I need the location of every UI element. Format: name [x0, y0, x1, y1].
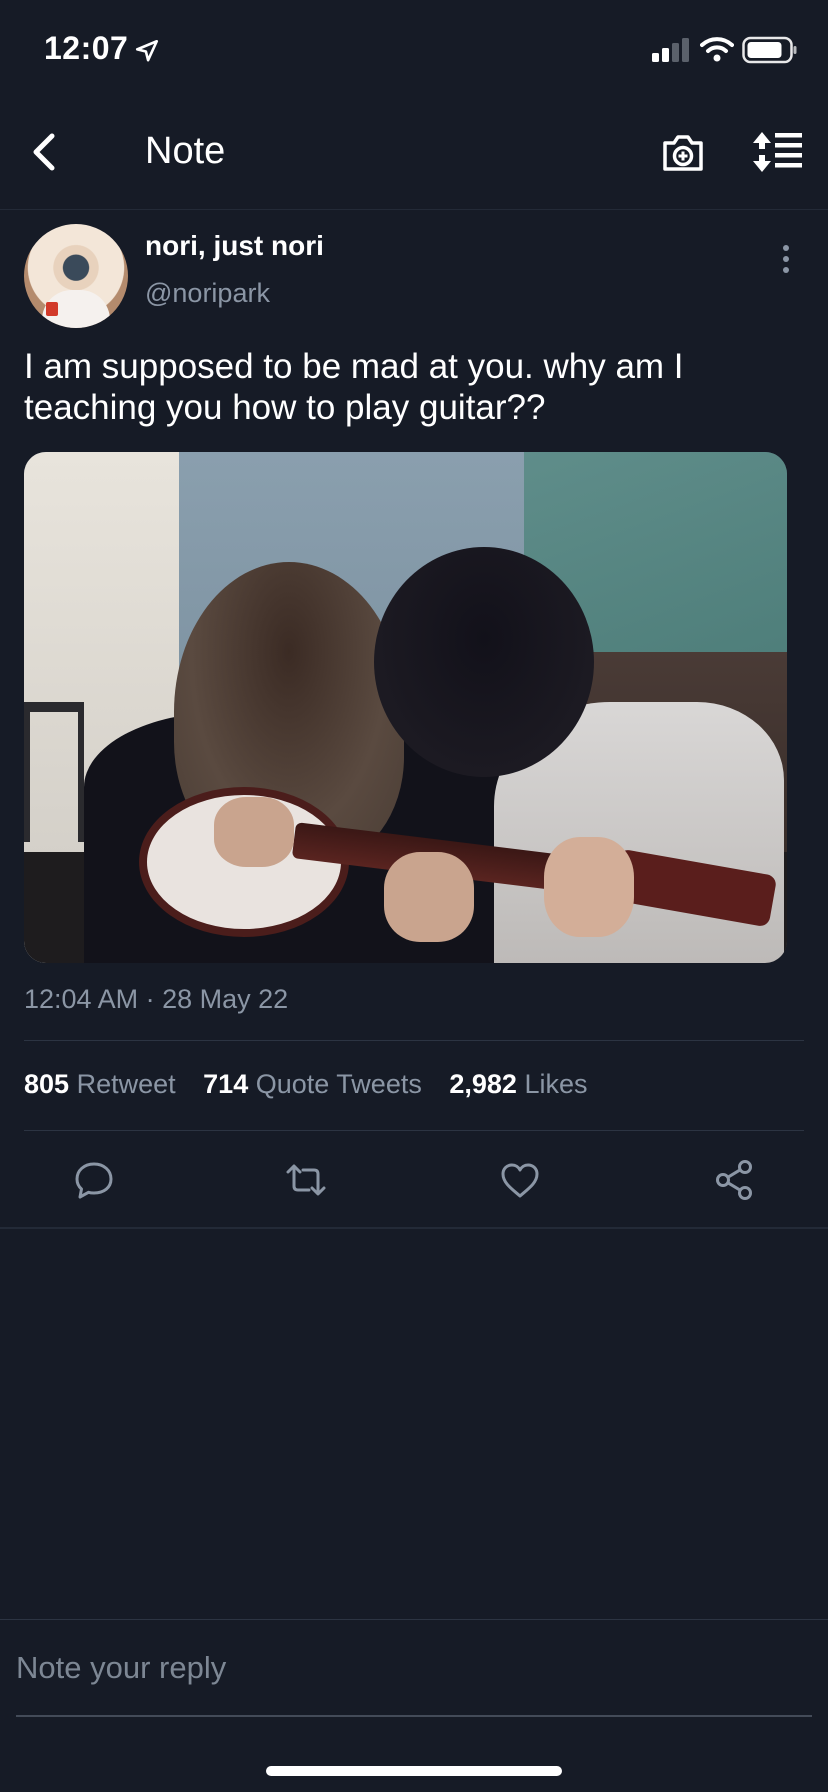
tweet-photo[interactable]	[24, 452, 787, 963]
quote-tweets-stat[interactable]: 714 Quote Tweets	[203, 1069, 449, 1099]
status-time: 12:07	[44, 30, 129, 66]
retweets-label: Retweet	[76, 1069, 176, 1099]
likes-count: 2,982	[449, 1069, 517, 1099]
tweet-timestamp: 12:04 AM · 28 May 22	[24, 984, 289, 1014]
display-name[interactable]: nori, just nori	[145, 230, 324, 262]
divider	[24, 1040, 804, 1041]
quote-tweets-label: Quote Tweets	[255, 1069, 422, 1099]
quote-tweets-count: 714	[203, 1069, 249, 1099]
engagement-stats: 805 Retweet 714 Quote Tweets 2,982 Likes	[24, 1069, 607, 1100]
tweet-text: I am supposed to be mad at you. why am I…	[24, 347, 684, 427]
photo-person-right-hair	[374, 547, 594, 777]
photo-stool	[24, 702, 84, 842]
battery-icon	[742, 36, 797, 64]
likes-stat[interactable]: 2,982 Likes	[449, 1069, 607, 1099]
share-icon[interactable]	[712, 1158, 756, 1202]
composer-divider	[0, 1619, 828, 1620]
retweets-count: 805	[24, 1069, 70, 1099]
tweet-detail-screen: 12:07 Note nori, just nori @noripark I a…	[0, 0, 828, 1792]
more-options-icon[interactable]	[778, 244, 794, 274]
sort-order-icon[interactable]	[752, 130, 804, 174]
avatar[interactable]	[24, 224, 128, 328]
page-title: Note	[145, 130, 226, 172]
cellular-signal-icon	[652, 38, 689, 62]
navigation-bar: Note	[0, 100, 828, 210]
likes-label: Likes	[524, 1069, 588, 1099]
reply-icon[interactable]	[72, 1158, 116, 1202]
section-divider	[0, 1227, 828, 1229]
tweet-actions	[0, 1150, 828, 1220]
status-bar: 12:07	[0, 0, 828, 100]
retweet-icon[interactable]	[284, 1158, 328, 1202]
divider	[24, 1130, 804, 1131]
retweets-stat[interactable]: 805 Retweet	[24, 1069, 203, 1099]
home-indicator[interactable]	[266, 1766, 562, 1776]
wifi-icon	[700, 37, 734, 62]
like-heart-icon[interactable]	[498, 1158, 542, 1202]
photo-hand-right	[544, 837, 634, 937]
reply-input[interactable]	[16, 1636, 812, 1700]
photo-hand-middle	[384, 852, 474, 942]
camera-plus-icon[interactable]	[660, 130, 706, 176]
user-handle[interactable]: @noripark	[145, 278, 270, 309]
photo-hand-left	[214, 797, 294, 867]
composer-underline	[16, 1715, 812, 1717]
avatar-mug	[46, 302, 58, 316]
back-chevron-icon[interactable]	[26, 128, 62, 176]
location-arrow-icon	[135, 39, 159, 62]
